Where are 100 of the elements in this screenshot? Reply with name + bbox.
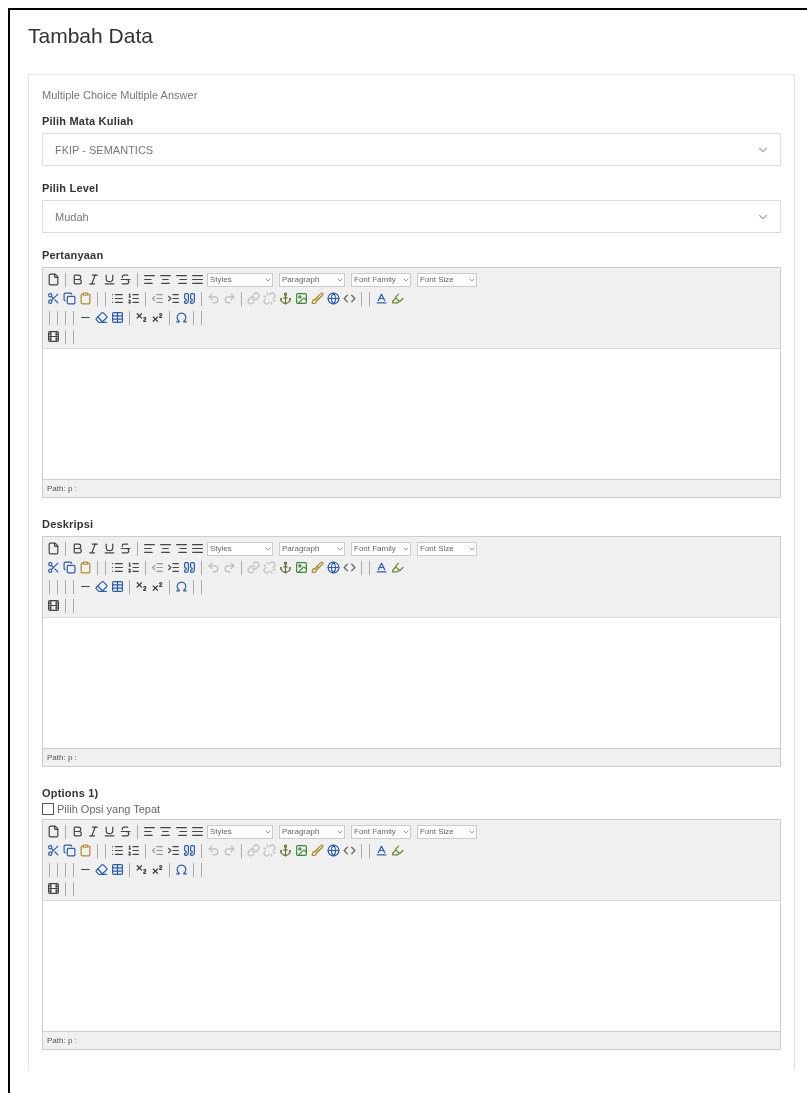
globe-icon[interactable]: [327, 561, 340, 574]
indent-icon[interactable]: [167, 561, 180, 574]
table-icon[interactable]: [111, 311, 124, 324]
numbered-list-icon[interactable]: [127, 844, 140, 857]
toolbar-dropdown[interactable]: Font Family: [351, 824, 411, 839]
strikethrough-icon[interactable]: [119, 542, 132, 555]
underline-icon[interactable]: [103, 542, 116, 555]
superscript-icon[interactable]: [151, 580, 164, 593]
align-left-icon[interactable]: [143, 542, 156, 555]
code-icon[interactable]: [343, 292, 356, 305]
subscript-icon[interactable]: [135, 311, 148, 324]
bullet-list-icon[interactable]: [111, 844, 124, 857]
cut-icon[interactable]: [47, 561, 60, 574]
underline-icon[interactable]: [103, 273, 116, 286]
table-icon[interactable]: [111, 580, 124, 593]
omega-icon[interactable]: [175, 863, 188, 876]
strikethrough-icon[interactable]: [119, 825, 132, 838]
bullet-list-icon[interactable]: [111, 561, 124, 574]
toolbar-dropdown[interactable]: Font Family: [351, 272, 411, 287]
anchor-icon[interactable]: [279, 561, 292, 574]
highlight-icon[interactable]: [391, 561, 404, 574]
text-color-icon[interactable]: [375, 844, 388, 857]
subscript-icon[interactable]: [135, 580, 148, 593]
highlight-icon[interactable]: [391, 292, 404, 305]
toolbar-dropdown[interactable]: Paragraph: [279, 824, 345, 839]
toolbar-dropdown[interactable]: Font Size: [417, 272, 477, 287]
text-color-icon[interactable]: [375, 561, 388, 574]
align-left-icon[interactable]: [143, 273, 156, 286]
new-document-icon[interactable]: [47, 273, 60, 286]
media-icon[interactable]: [47, 882, 60, 895]
align-center-icon[interactable]: [159, 273, 172, 286]
omega-icon[interactable]: [175, 311, 188, 324]
paste-icon[interactable]: [79, 561, 92, 574]
dropdown-field[interactable]: FKIP - SEMANTICS: [42, 133, 781, 166]
strikethrough-icon[interactable]: [119, 273, 132, 286]
align-center-icon[interactable]: [159, 542, 172, 555]
eraser-icon[interactable]: [95, 580, 108, 593]
globe-icon[interactable]: [327, 292, 340, 305]
paste-icon[interactable]: [79, 844, 92, 857]
brush-icon[interactable]: [311, 292, 324, 305]
copy-icon[interactable]: [63, 561, 76, 574]
align-right-icon[interactable]: [175, 825, 188, 838]
align-center-icon[interactable]: [159, 825, 172, 838]
align-justify-icon[interactable]: [191, 273, 204, 286]
image-icon[interactable]: [295, 561, 308, 574]
toolbar-dropdown[interactable]: Styles: [207, 541, 273, 556]
cut-icon[interactable]: [47, 844, 60, 857]
subscript-icon[interactable]: [135, 863, 148, 876]
anchor-icon[interactable]: [279, 292, 292, 305]
numbered-list-icon[interactable]: [127, 292, 140, 305]
media-icon[interactable]: [47, 599, 60, 612]
toolbar-dropdown[interactable]: Font Family: [351, 541, 411, 556]
superscript-icon[interactable]: [151, 863, 164, 876]
italic-icon[interactable]: [87, 542, 100, 555]
superscript-icon[interactable]: [151, 311, 164, 324]
copy-icon[interactable]: [63, 292, 76, 305]
checkbox[interactable]: [42, 803, 54, 815]
toolbar-dropdown[interactable]: Font Size: [417, 824, 477, 839]
toolbar-dropdown[interactable]: Styles: [207, 272, 273, 287]
cut-icon[interactable]: [47, 292, 60, 305]
eraser-icon[interactable]: [95, 311, 108, 324]
code-icon[interactable]: [343, 561, 356, 574]
blockquote-icon[interactable]: [183, 561, 196, 574]
brush-icon[interactable]: [311, 844, 324, 857]
dropdown-field[interactable]: Mudah: [42, 200, 781, 233]
text-color-icon[interactable]: [375, 292, 388, 305]
indent-icon[interactable]: [167, 844, 180, 857]
table-icon[interactable]: [111, 863, 124, 876]
blockquote-icon[interactable]: [183, 844, 196, 857]
align-justify-icon[interactable]: [191, 825, 204, 838]
italic-icon[interactable]: [87, 273, 100, 286]
indent-icon[interactable]: [167, 292, 180, 305]
italic-icon[interactable]: [87, 825, 100, 838]
align-right-icon[interactable]: [175, 273, 188, 286]
image-icon[interactable]: [295, 844, 308, 857]
underline-icon[interactable]: [103, 825, 116, 838]
new-document-icon[interactable]: [47, 542, 60, 555]
toolbar-dropdown[interactable]: Paragraph: [279, 272, 345, 287]
paste-icon[interactable]: [79, 292, 92, 305]
toolbar-dropdown[interactable]: Paragraph: [279, 541, 345, 556]
media-icon[interactable]: [47, 330, 60, 343]
blockquote-icon[interactable]: [183, 292, 196, 305]
bullet-list-icon[interactable]: [111, 292, 124, 305]
brush-icon[interactable]: [311, 561, 324, 574]
new-document-icon[interactable]: [47, 825, 60, 838]
image-icon[interactable]: [295, 292, 308, 305]
highlight-icon[interactable]: [391, 844, 404, 857]
globe-icon[interactable]: [327, 844, 340, 857]
align-justify-icon[interactable]: [191, 542, 204, 555]
bold-icon[interactable]: [71, 273, 84, 286]
copy-icon[interactable]: [63, 844, 76, 857]
toolbar-dropdown[interactable]: Font Size: [417, 541, 477, 556]
anchor-icon[interactable]: [279, 844, 292, 857]
omega-icon[interactable]: [175, 580, 188, 593]
numbered-list-icon[interactable]: [127, 561, 140, 574]
align-left-icon[interactable]: [143, 825, 156, 838]
bold-icon[interactable]: [71, 825, 84, 838]
align-right-icon[interactable]: [175, 542, 188, 555]
bold-icon[interactable]: [71, 542, 84, 555]
eraser-icon[interactable]: [95, 863, 108, 876]
